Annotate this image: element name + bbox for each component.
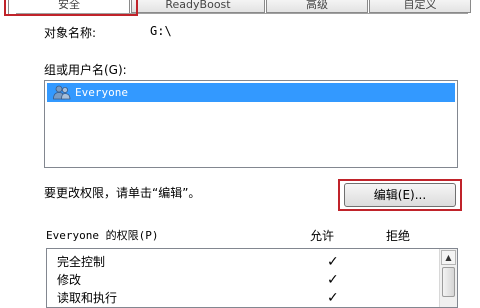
deny-column-header: 拒绝 — [386, 229, 411, 243]
allow-check-icon: ✓ — [327, 290, 339, 306]
permission-name: 完全控制 — [57, 255, 106, 269]
tab-custom-label: 自定义 — [403, 0, 437, 11]
permission-row: 读取和执行 ✓ — [57, 289, 447, 307]
permission-name: 读取和执行 — [57, 291, 118, 305]
permissions-list[interactable]: 完全控制 ✓ 修改 ✓ 读取和执行 ✓ ▲ — [46, 248, 458, 308]
permission-row: 完全控制 ✓ — [57, 253, 447, 271]
tab-custom[interactable]: 自定义 — [369, 0, 471, 13]
tab-readyboost[interactable]: ReadyBoost — [131, 0, 265, 13]
security-tab-highlight — [4, 0, 138, 16]
permissions-scrollbar[interactable]: ▲ — [439, 249, 457, 307]
permission-row: 修改 ✓ — [57, 271, 447, 289]
users-icon — [53, 85, 71, 100]
object-name-label: 对象名称: — [44, 26, 97, 40]
object-name-value: G:\ — [150, 24, 172, 38]
tab-advanced[interactable]: 高级 — [266, 0, 368, 13]
scroll-thumb[interactable] — [442, 267, 455, 297]
scroll-up-arrow-icon[interactable]: ▲ — [441, 250, 456, 265]
permissions-header: Everyone 的权限(P) — [46, 229, 159, 242]
user-list-item-everyone[interactable]: Everyone — [47, 83, 455, 102]
change-permissions-hint: 要更改权限，请单击“编辑”。 — [44, 186, 201, 200]
allow-check-icon: ✓ — [327, 254, 339, 270]
user-name: Everyone — [75, 86, 128, 99]
allow-column-header: 允许 — [310, 229, 335, 243]
edit-button-highlight — [338, 179, 462, 211]
user-list[interactable]: Everyone — [44, 80, 458, 168]
tab-readyboost-label: ReadyBoost — [165, 0, 231, 11]
group-user-label: 组或用户名(G): — [44, 63, 127, 77]
tab-advanced-label: 高级 — [306, 0, 328, 11]
permission-name: 修改 — [57, 273, 82, 287]
allow-check-icon: ✓ — [327, 272, 339, 288]
